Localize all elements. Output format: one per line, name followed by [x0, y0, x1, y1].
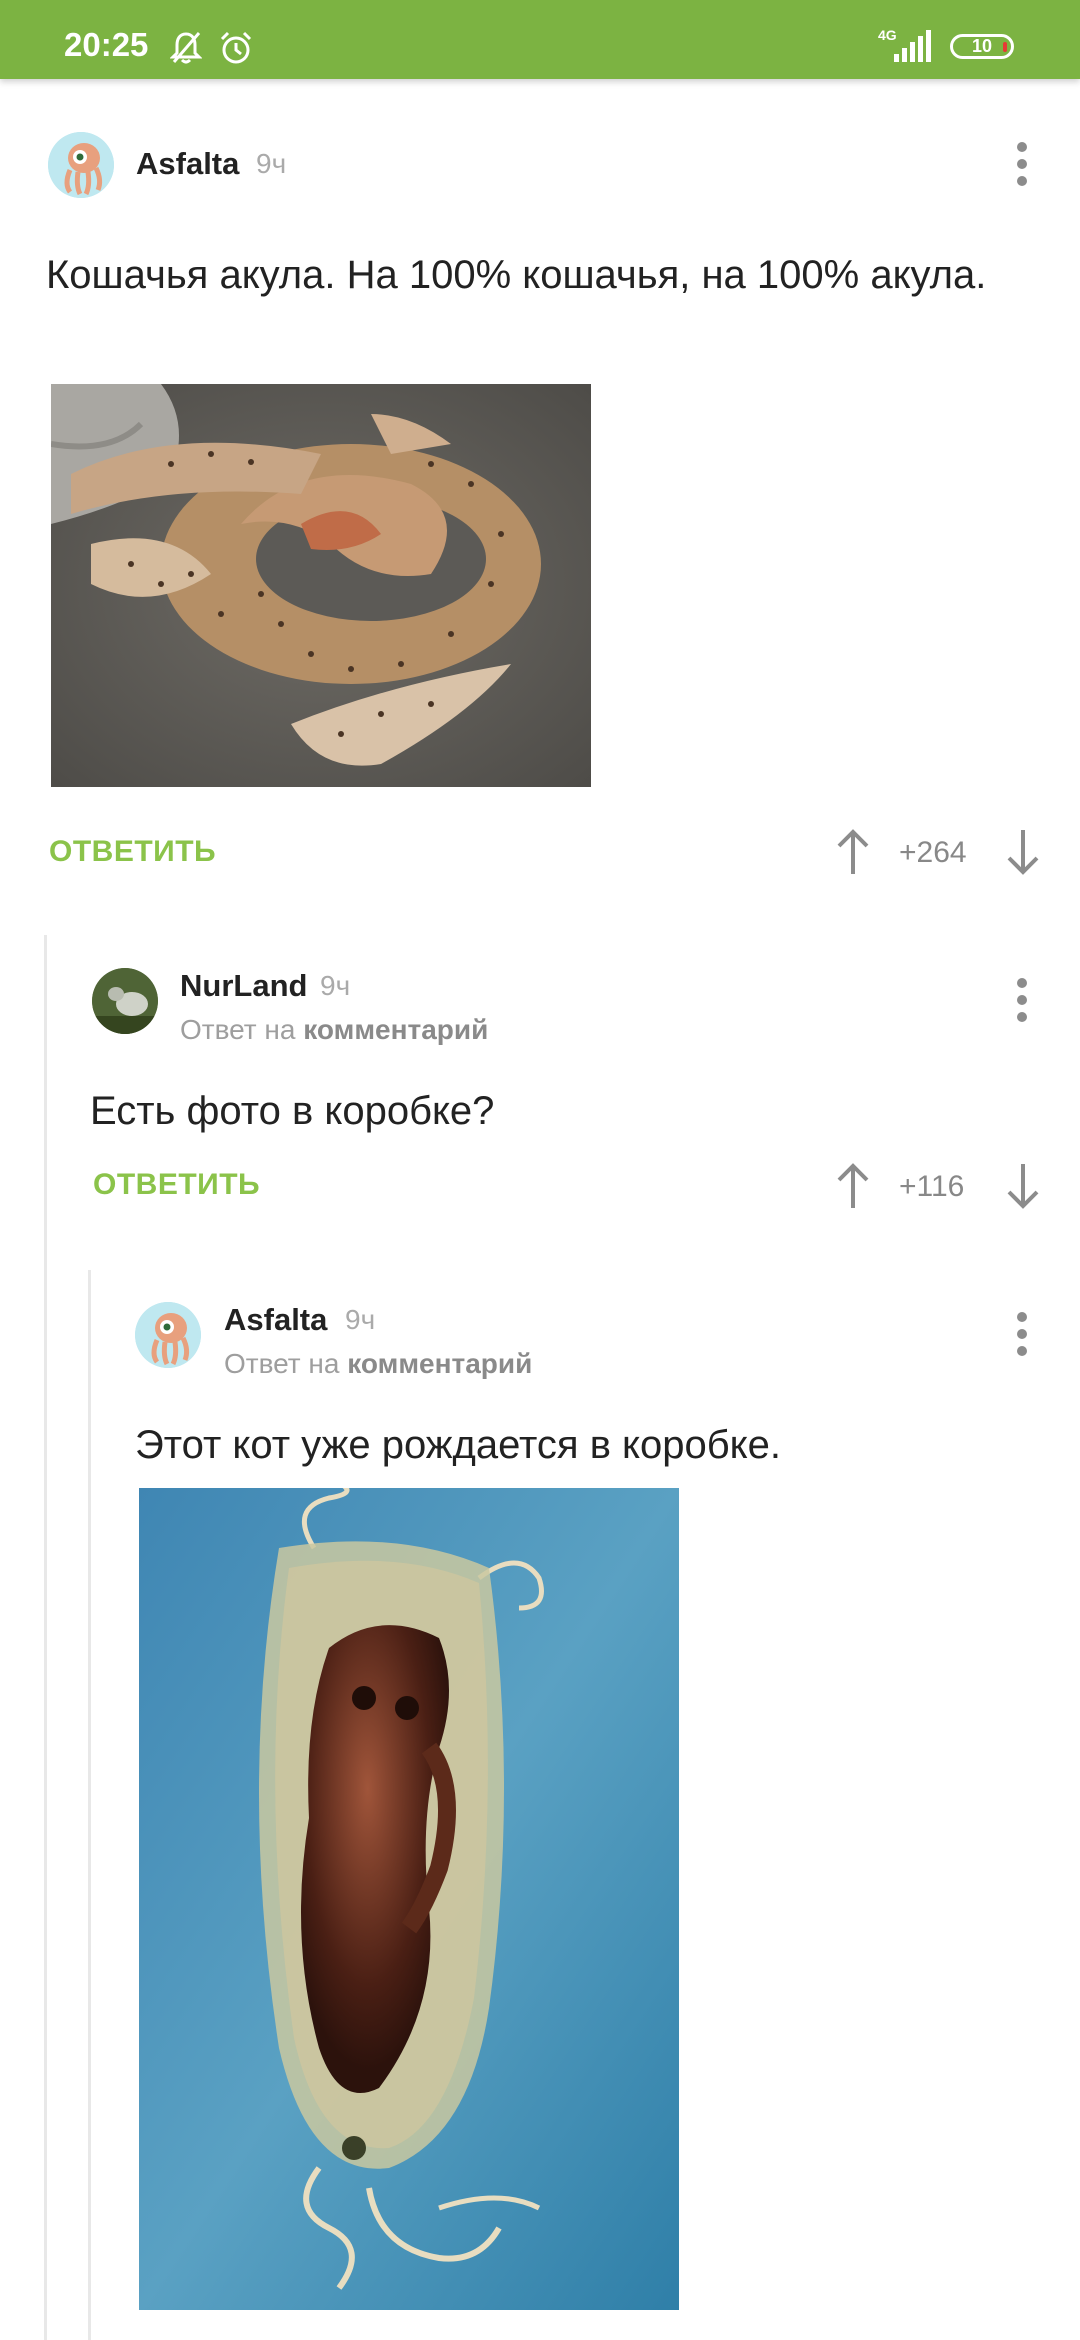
comment-author[interactable]: Asfalta	[224, 1302, 327, 1338]
octopus-avatar-icon	[135, 1302, 201, 1368]
comment-image-shark-egg-case[interactable]	[139, 1488, 679, 2310]
more-options-icon[interactable]	[1015, 1312, 1029, 1356]
reply-to-line: Ответ на комментарий	[224, 1348, 532, 1380]
reply-to-link[interactable]: комментарий	[347, 1348, 532, 1379]
comment-text: Этот кот уже рождается в коробке.	[135, 1423, 781, 1467]
avatar[interactable]	[135, 1302, 201, 1368]
comment-time: 9ч	[345, 1304, 376, 1335]
reply-to-prefix: Ответ на	[224, 1348, 340, 1379]
comment: Asfalta 9ч Ответ на комментарий Этот кот…	[0, 0, 1080, 2340]
